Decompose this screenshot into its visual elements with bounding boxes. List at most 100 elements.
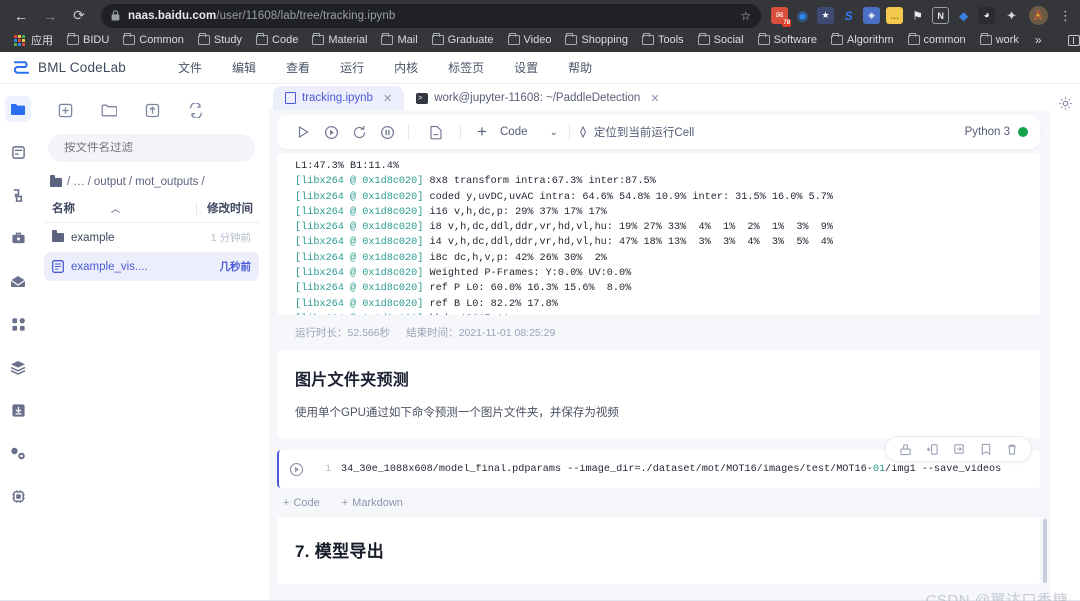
add-cell-button[interactable]: + [468,118,496,146]
reading-list-button[interactable]: 阅读清单 [1062,30,1080,50]
menu-kernel[interactable]: 内核 [394,59,418,76]
restart-and-run-button[interactable] [317,118,345,146]
apps-bookmark[interactable]: 应用 [8,30,59,50]
restart-kernel-button[interactable] [345,118,373,146]
run-cell-button[interactable] [289,118,317,146]
bookmark-software[interactable]: Software [752,32,823,48]
sidebar-item-extensions[interactable] [5,311,31,337]
cube-extension-icon[interactable]: ◈ [863,7,881,24]
delete-cell-icon[interactable] [1006,443,1018,456]
sidebar-item-toolbox[interactable] [5,225,31,251]
menu-tabs[interactable]: 标签页 [448,59,484,76]
interrupt-kernel-button[interactable] [373,118,401,146]
bookmark-algorithm[interactable]: Algorithm [825,32,899,48]
root-folder-icon[interactable] [50,175,62,187]
sidebar-item-file-browser[interactable] [5,96,31,122]
browser-menu-icon[interactable]: ⋮ [1059,8,1072,24]
circle-extension-icon[interactable]: ◉ [794,7,812,24]
bookmark-common2[interactable]: common [902,32,972,48]
bookmark-graduate[interactable]: Graduate [426,32,500,48]
column-name[interactable]: 名称 ︿ [52,200,196,216]
tab-close-icon[interactable]: ✕ [383,92,392,105]
bookmarks-overflow-icon[interactable]: » [1027,33,1050,47]
refresh-icon[interactable] [188,102,204,118]
bookmark-social[interactable]: Social [692,32,750,48]
cell-type-select[interactable]: Code ⌄ [496,126,562,138]
file-filter-box[interactable] [48,134,255,162]
sidebar-item-mail[interactable] [5,268,31,294]
sidebar-item-git[interactable] [5,182,31,208]
column-modified[interactable]: 修改时间 [207,200,253,216]
folder-icon [256,33,269,45]
file-filter-input[interactable] [64,142,239,154]
menu-file[interactable]: 文件 [178,59,202,76]
mail-extension-icon[interactable]: ✉ 78 [771,7,792,27]
bookmark-tools[interactable]: Tools [636,32,690,48]
add-markdown-cell-button[interactable]: + Markdown [342,497,403,509]
bookmark-mail[interactable]: Mail [375,32,423,48]
upload-icon[interactable] [145,103,160,118]
sort-caret-icon[interactable]: ︿ [111,202,120,215]
menu-view[interactable]: 查看 [286,59,310,76]
locate-running-cell-button[interactable]: 定位到当前运行Cell [577,124,694,140]
breadcrumb-output[interactable]: output [94,176,126,188]
cell-code-text[interactable]: 34_30e_1088x608/model_final.pdparams --i… [331,464,1040,475]
duplicate-cell-button[interactable] [422,118,450,146]
duplicate-cell-icon[interactable] [953,443,966,456]
copy-paste-icon[interactable] [899,443,912,456]
s-extension-icon[interactable]: S [840,7,858,24]
extensions-puzzle-icon[interactable]: ✦ [1006,8,1017,24]
kernel-status[interactable]: Python 3 [965,126,1028,138]
tab-terminal[interactable]: work@jupyter-11608: ~/PaddleDetection ✕ [404,86,671,110]
sidebar-item-running[interactable] [5,139,31,165]
markdown-cell[interactable]: 图片文件夹预测 使用单个GPU通过如下命令预测一个图片文件夹，并保存为视频 [277,350,1040,438]
notebook-scroll-region[interactable]: L1:47.3% B1:11.4% [libx264 @ 0x1d8c020] … [269,149,1050,600]
forward-icon[interactable]: → [39,5,61,27]
sidebar-item-download[interactable] [5,397,31,423]
settings-gear-icon[interactable] [1058,96,1073,600]
split-cell-icon[interactable] [926,443,939,456]
bookmark-work[interactable]: work [974,32,1025,48]
bookmark-study[interactable]: Study [192,32,248,48]
sidebar-item-share[interactable] [5,440,31,466]
run-cell-icon[interactable] [279,462,313,477]
bookmark-cell-icon[interactable] [980,443,992,456]
bookmark-shopping[interactable]: Shopping [559,32,634,48]
new-launcher-icon[interactable] [58,103,73,118]
breadcrumb-sep: / [87,176,91,188]
bookmark-code[interactable]: Code [250,32,304,48]
menu-run[interactable]: 运行 [340,59,364,76]
address-bar[interactable]: naas.baidu.com/user/11608/lab/tree/track… [101,3,762,28]
bookmark-bidu[interactable]: BIDU [61,32,115,48]
sidebar-item-hardware[interactable] [5,483,31,509]
menu-edit[interactable]: 编辑 [232,59,256,76]
new-folder-icon[interactable] [101,103,117,117]
breadcrumb-ellipsis[interactable]: … [73,176,85,188]
notion-extension-icon[interactable]: N [932,7,950,24]
panda-extension-icon[interactable]: ◕ [978,7,996,24]
breadcrumb-mot-outputs[interactable]: mot_outputs [135,176,198,188]
chevron-down-icon[interactable]: ⌄ [550,127,558,138]
drop-extension-icon[interactable]: ◆ [955,7,973,24]
sidebar-item-layers[interactable] [5,354,31,380]
note-extension-icon[interactable]: … [886,7,904,24]
bookmark-video[interactable]: Video [502,32,558,48]
tab-close-icon[interactable]: ✕ [650,92,659,105]
star-extension-icon[interactable]: ★ [817,7,835,24]
menu-settings[interactable]: 设置 [514,59,538,76]
back-icon[interactable]: ← [10,5,32,27]
notebook-scrollbar[interactable] [1043,519,1047,583]
markdown-cell-next-section[interactable]: 7. 模型导出 [277,517,1040,584]
profile-avatar[interactable]: 🧸 [1029,6,1048,25]
tab-tracking-ipynb[interactable]: tracking.ipynb ✕ [273,86,405,110]
list-item[interactable]: example_vis.... 几秒前 [44,252,259,281]
bookmark-common[interactable]: Common [117,32,190,48]
code-cell[interactable]: 1 34_30e_1088x608/model_final.pdparams -… [277,436,1040,488]
add-code-cell-button[interactable]: + Code [283,497,320,509]
menu-help[interactable]: 帮助 [568,59,592,76]
bookmark-material[interactable]: Material [306,32,373,48]
list-item[interactable]: example 1 分钟前 [44,223,259,252]
bookmark-extension-icon[interactable]: ⚑ [909,7,927,24]
reload-icon[interactable]: ⟳ [68,5,90,27]
bookmark-star-icon[interactable]: ☆ [740,9,751,23]
